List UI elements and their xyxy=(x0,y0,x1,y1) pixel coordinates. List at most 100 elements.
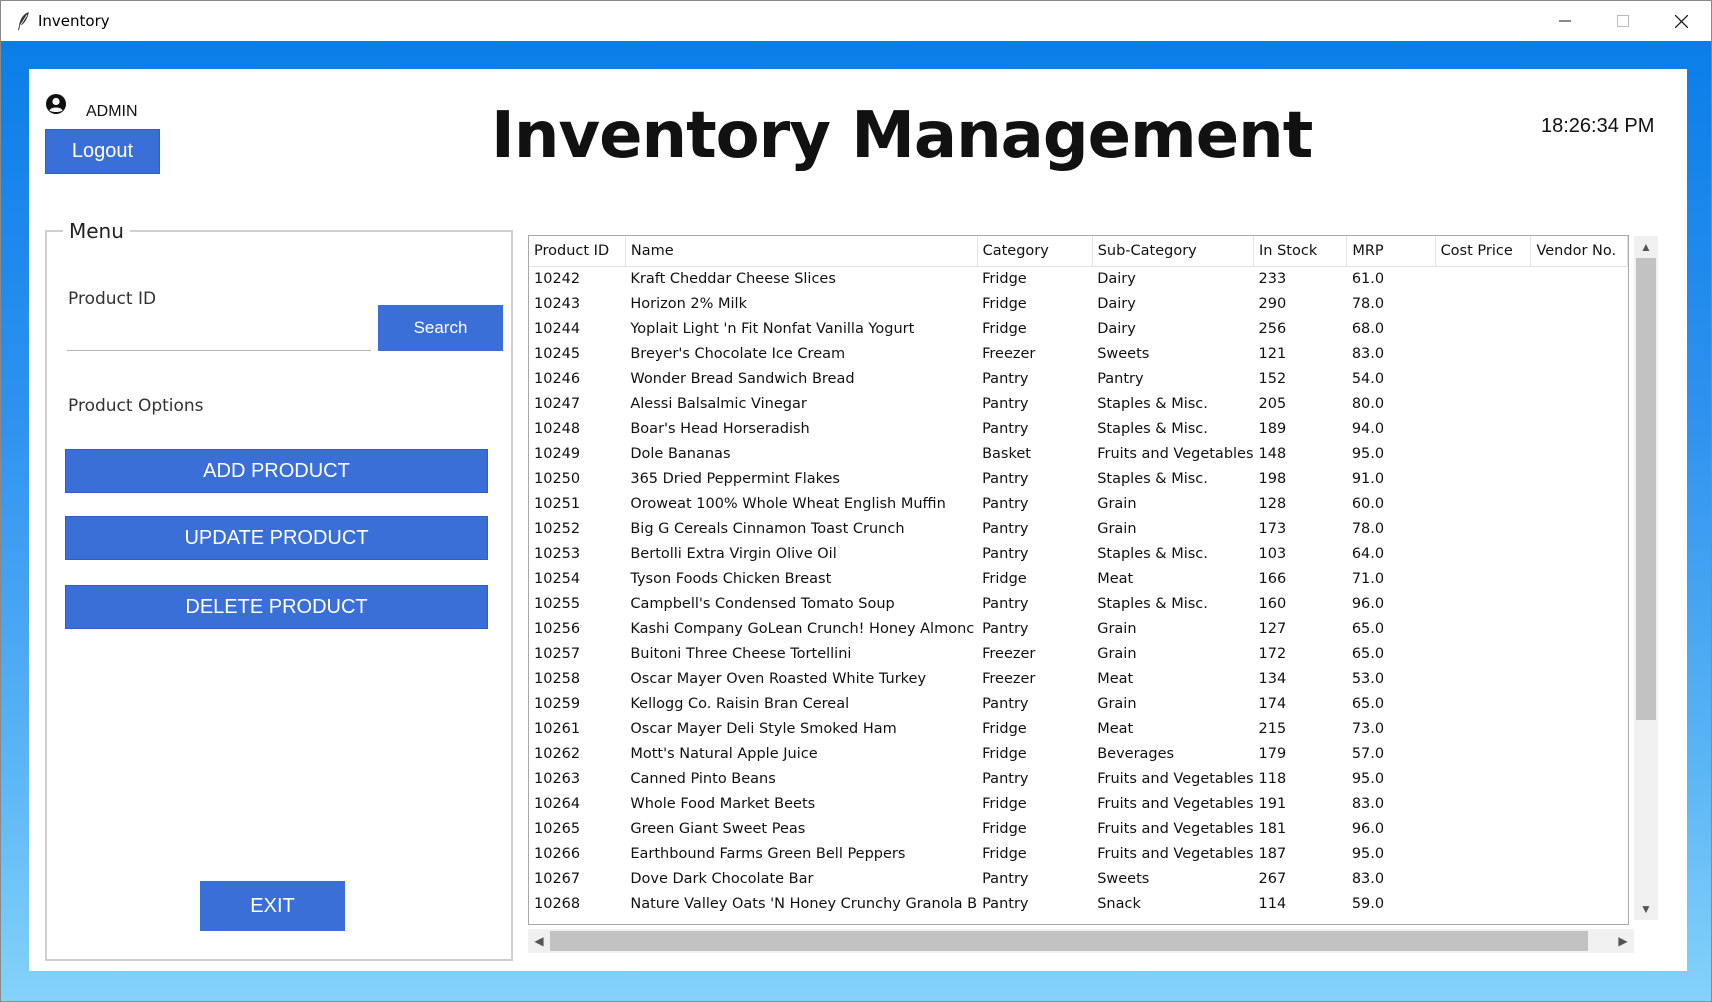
table-row[interactable]: 10254 Tyson Foods Chicken Breast Fridge Mea… xyxy=(529,566,1628,591)
table-row[interactable]: 10261 Oscar Mayer Deli Style Smoked Ham Fr… xyxy=(529,716,1628,741)
horizontal-scroll-thumb[interactable] xyxy=(550,931,1588,951)
table-row[interactable]: 10264 Whole Food Market Beets Fridge Fruits… xyxy=(529,791,1628,816)
table-row[interactable]: 10257 Buitoni Three Cheese Tortellini Free… xyxy=(529,641,1628,666)
cell-vendor-no xyxy=(1531,466,1628,491)
table-row[interactable]: 10262 Mott's Natural Apple Juice Fridge Bev… xyxy=(529,741,1628,766)
cell-mrp: 78.0 xyxy=(1351,295,1385,312)
cell-name: Oscar Mayer Deli Style Smoked Ham xyxy=(630,720,897,737)
cell-category: Pantry xyxy=(982,520,1029,537)
cell-category: Pantry xyxy=(982,870,1029,887)
table-row[interactable]: 10266 Earthbound Farms Green Bell Peppers… xyxy=(529,841,1628,866)
scroll-up-arrow-icon[interactable]: ▲ xyxy=(1634,236,1658,258)
table-row[interactable]: 10252 Big G Cereals Cinnamon Toast Crunch… xyxy=(529,516,1628,541)
cell-category: Pantry xyxy=(982,420,1029,437)
logout-button[interactable]: Logout xyxy=(45,129,160,174)
table-row[interactable]: 10263 Canned Pinto Beans Pantry Fruits and … xyxy=(529,766,1628,791)
cell-sub-category: Grain xyxy=(1097,695,1137,712)
cell-category: Pantry xyxy=(982,395,1029,412)
table-row[interactable]: 10249 Dole Bananas Basket Fruits and Vegeta… xyxy=(529,441,1628,466)
cell-name: Yoplait Light 'n Fit Nonfat Vanilla Yogu… xyxy=(630,320,915,337)
window-title: Inventory xyxy=(38,12,110,30)
cell-mrp: 53.0 xyxy=(1351,670,1385,687)
table-row[interactable]: 10246 Wonder Bread Sandwich Bread Pantry Pa… xyxy=(529,366,1628,391)
delete-product-button[interactable]: DELETE PRODUCT xyxy=(65,585,488,629)
cell-cost-price xyxy=(1435,891,1531,916)
cell-cost-price xyxy=(1435,816,1531,841)
column-header-category[interactable]: Category xyxy=(977,236,1093,267)
cell-in-stock: 290 xyxy=(1258,295,1287,312)
cell-category: Pantry xyxy=(982,895,1029,912)
table-row[interactable]: 10253 Bertolli Extra Virgin Olive Oil Pant… xyxy=(529,541,1628,566)
close-button[interactable] xyxy=(1652,1,1710,41)
update-product-button[interactable]: UPDATE PRODUCT xyxy=(65,516,488,560)
cell-product-id: 10254 xyxy=(534,570,581,587)
cell-in-stock: 205 xyxy=(1258,395,1287,412)
add-product-button[interactable]: ADD PRODUCT xyxy=(65,449,488,493)
cell-cost-price xyxy=(1435,591,1531,616)
column-header-sub-category[interactable]: Sub-Category xyxy=(1092,236,1255,267)
table-row[interactable]: 10247 Alessi Balsalmic Vinegar Pantry Stapl… xyxy=(529,391,1628,416)
horizontal-scrollbar[interactable]: ◀ ▶ xyxy=(528,929,1634,953)
cell-product-id: 10243 xyxy=(534,295,581,312)
table-row[interactable]: 10251 Oroweat 100% Whole Wheat English Mu… xyxy=(529,491,1628,516)
column-header-mrp[interactable]: MRP xyxy=(1346,236,1436,267)
cell-category: Pantry xyxy=(982,495,1029,512)
table-row[interactable]: 10267 Dove Dark Chocolate Bar Pantry Sweets… xyxy=(529,866,1628,891)
scroll-down-arrow-icon[interactable]: ▼ xyxy=(1634,898,1658,920)
cell-category: Freezer xyxy=(982,645,1036,662)
cell-cost-price xyxy=(1435,791,1531,816)
cell-sub-category: Sweets xyxy=(1097,870,1150,887)
column-header-product-id[interactable]: Product ID xyxy=(529,236,626,267)
table-row[interactable]: 10259 Kellogg Co. Raisin Bran Cereal Pantr… xyxy=(529,691,1628,716)
maximize-button[interactable] xyxy=(1594,1,1652,41)
table-row[interactable]: 10245 Breyer's Chocolate Ice Cream Freezer… xyxy=(529,341,1628,366)
product-id-input[interactable] xyxy=(67,323,371,351)
table-row[interactable]: 10244 Yoplait Light 'n Fit Nonfat Vanilla… xyxy=(529,316,1628,341)
cell-vendor-no xyxy=(1531,716,1628,741)
column-header-vendor-no[interactable]: Vendor No. xyxy=(1530,236,1628,267)
vertical-scrollbar[interactable]: ▲ ▼ xyxy=(1634,236,1658,920)
user-name: ADMIN xyxy=(86,103,138,120)
minimize-button[interactable] xyxy=(1536,1,1594,41)
scroll-right-arrow-icon[interactable]: ▶ xyxy=(1612,929,1634,953)
table-row[interactable]: 10268 Nature Valley Oats 'N Honey Crunchy… xyxy=(529,891,1628,916)
table-row[interactable]: 10250 365 Dried Peppermint Flakes Pantry St… xyxy=(529,466,1628,491)
cell-vendor-no xyxy=(1531,791,1628,816)
vertical-scroll-thumb[interactable] xyxy=(1636,258,1656,720)
cell-category: Fridge xyxy=(982,295,1027,312)
table-row[interactable]: 10255 Campbell's Condensed Tomato Soup Pan… xyxy=(529,591,1628,616)
cell-vendor-no xyxy=(1531,866,1628,891)
table-row[interactable]: 10248 Boar's Head Horseradish Pantry Staple… xyxy=(529,416,1628,441)
cell-mrp: 95.0 xyxy=(1351,845,1385,862)
cell-in-stock: 121 xyxy=(1258,345,1287,362)
exit-button[interactable]: EXIT xyxy=(200,881,345,931)
column-header-name[interactable]: Name xyxy=(625,236,978,267)
cell-product-id: 10256 xyxy=(534,620,581,637)
column-header-in-stock[interactable]: In Stock xyxy=(1253,236,1348,267)
cell-product-id: 10250 xyxy=(534,470,581,487)
cell-cost-price xyxy=(1435,516,1531,541)
cell-mrp: 57.0 xyxy=(1351,745,1385,762)
table-row[interactable]: 10242 Kraft Cheddar Cheese Slices Fridge Da… xyxy=(529,266,1628,291)
table-row[interactable]: 10243 Horizon 2% Milk Fridge Dairy 290 78.0 xyxy=(529,291,1628,316)
search-button[interactable]: Search xyxy=(378,305,503,351)
cell-product-id: 10247 xyxy=(534,395,581,412)
cell-sub-category: Meat xyxy=(1097,670,1134,687)
feather-icon xyxy=(18,12,29,30)
cell-product-id: 10268 xyxy=(534,895,581,912)
cell-category: Fridge xyxy=(982,795,1027,812)
cell-in-stock: 114 xyxy=(1258,895,1287,912)
table-row[interactable]: 10265 Green Giant Sweet Peas Fridge Fruits … xyxy=(529,816,1628,841)
cell-cost-price xyxy=(1435,691,1531,716)
product-table[interactable]: Product ID Name Category Sub-Category In… xyxy=(528,235,1629,925)
close-icon xyxy=(1674,14,1688,28)
cell-product-id: 10258 xyxy=(534,670,581,687)
table-row[interactable]: 10256 Kashi Company GoLean Crunch! Honey … xyxy=(529,616,1628,641)
cell-sub-category: Fruits and Vegetables xyxy=(1097,795,1254,812)
scroll-left-arrow-icon[interactable]: ◀ xyxy=(528,929,550,953)
cell-product-id: 10252 xyxy=(534,520,581,537)
table-row[interactable]: 10258 Oscar Mayer Oven Roasted White Turk… xyxy=(529,666,1628,691)
column-header-cost-price[interactable]: Cost Price xyxy=(1435,236,1532,267)
cell-name: Kashi Company GoLean Crunch! Honey Almon… xyxy=(630,620,975,637)
cell-sub-category: Dairy xyxy=(1097,295,1136,312)
